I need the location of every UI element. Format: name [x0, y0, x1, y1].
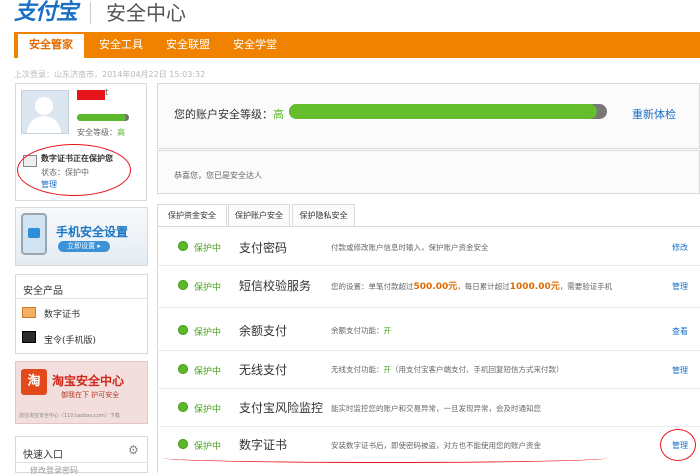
row-name: 余额支付: [239, 324, 288, 338]
security-level-value: 高: [117, 128, 125, 137]
status-dot-icon: [178, 325, 188, 335]
row-desc: 您的设置：单笔付款超过500.00元，每日累计超过1000.00元，需要验证手机: [331, 282, 613, 292]
recheck-link[interactable]: 重新体检: [632, 106, 676, 122]
row-divider: [157, 307, 700, 308]
security-score-fill: [289, 104, 598, 119]
last-login-info: 上次登录：山东济南市，2014年04月22日 15:03:32: [14, 70, 206, 79]
taobao-banner-slogan: 御我在下 护可安全: [61, 391, 120, 399]
nav-tab-security-manager[interactable]: 安全管家: [18, 32, 84, 58]
header-divider: [90, 2, 91, 24]
security-products-title: 安全产品: [23, 286, 63, 297]
lock-icon: [28, 228, 40, 238]
status-dot-icon: [178, 241, 188, 251]
nav-tab-security-tools[interactable]: 安全工具: [88, 32, 154, 58]
security-level-fill: [77, 114, 127, 121]
account-security-level: 您的账户安全等级：高: [174, 108, 284, 121]
row-status: 保护中: [194, 442, 222, 452]
row-divider: [157, 265, 700, 266]
row-name: 短信校验服务: [239, 279, 312, 293]
tab-account-security[interactable]: 保护账户安全: [228, 204, 290, 226]
username-redacted: [77, 90, 105, 100]
row-desc: 余额支付功能：开: [331, 326, 391, 335]
status-dot-icon: [178, 402, 188, 412]
row-name: 数字证书: [239, 438, 288, 452]
account-security-level-value: 高: [273, 108, 284, 121]
row-divider: [157, 388, 700, 389]
row-status: 保护中: [194, 283, 222, 293]
mobile-security-title: 手机安全设置: [56, 225, 129, 239]
row-desc: 安装数字证书后，即使密码被盗，对方也不能使用您的账户资金: [331, 441, 541, 450]
avatar-head-icon: [35, 97, 53, 115]
nav-tab-security-alliance[interactable]: 安全联盟: [155, 32, 221, 58]
page-title: 安全中心: [106, 1, 186, 25]
row-name: 支付宝风险监控: [239, 401, 324, 415]
manage-sms-link[interactable]: 管理: [672, 281, 688, 292]
divider: [15, 298, 148, 299]
nav-tab-security-school[interactable]: 安全学堂: [222, 32, 288, 58]
gear-icon[interactable]: ⚙: [128, 443, 139, 457]
row-name: 支付密码: [239, 241, 288, 255]
taobao-logo-icon: 淘: [21, 369, 47, 395]
quick-entry-title: 快速入口: [23, 450, 63, 461]
taobao-banner-footer: 前往淘宝安全中心（110.taobao.com）下载: [19, 413, 120, 419]
row-divider: [157, 426, 700, 427]
status-dot-icon: [178, 280, 188, 290]
modify-payment-password-link[interactable]: 修改: [672, 242, 688, 253]
status-dot-icon: [178, 364, 188, 374]
red-circle-annotation: [660, 429, 696, 461]
row-divider: [157, 350, 700, 351]
manage-wireless-link[interactable]: 管理: [672, 365, 688, 376]
tab-privacy-security[interactable]: 保护隐私安全: [292, 204, 355, 226]
setup-now-button[interactable]: 立即设置 ▸: [58, 241, 110, 252]
digital-cert-icon: [22, 307, 36, 318]
product-mobile-token[interactable]: 宝令(手机版): [44, 333, 96, 346]
row-status: 保护中: [194, 328, 222, 338]
row-name: 无线支付: [239, 363, 288, 377]
security-level-text: 安全等级：高: [77, 128, 125, 137]
row-status: 保护中: [194, 405, 222, 415]
row-status: 保护中: [194, 367, 222, 377]
divider: [15, 462, 148, 463]
view-balance-link[interactable]: 查看: [672, 326, 688, 337]
status-dot-icon: [178, 439, 188, 449]
username-suffix: t: [105, 88, 109, 98]
token-icon: [22, 331, 36, 343]
red-circle-annotation: [17, 144, 131, 196]
tab-fund-security[interactable]: 保护资金安全: [157, 204, 227, 227]
row-desc: 无线支付功能：开（用支付宝客户端支付、手机回复短信方式来付款）: [331, 365, 564, 374]
alipay-logo[interactable]: 支付宝: [14, 0, 78, 26]
taobao-banner-title: 淘宝安全中心: [52, 374, 125, 388]
row-status: 保护中: [194, 244, 222, 254]
row-desc: 能实时监控您的账户和交易异常，一旦发现异常，会及时通知您: [331, 404, 541, 413]
congrats-text: 恭喜您，您已是安全达人: [174, 171, 262, 180]
quick-entry-item[interactable]: 修改登录密码: [30, 465, 78, 476]
product-digital-cert[interactable]: 数字证书: [44, 307, 80, 320]
main-nav: 安全管家 安全工具 安全联盟 安全学堂: [14, 32, 700, 58]
red-underline-annotation: [163, 453, 608, 463]
row-desc: 付款或修改账户信息时输入，保护账户资金安全: [331, 243, 489, 252]
